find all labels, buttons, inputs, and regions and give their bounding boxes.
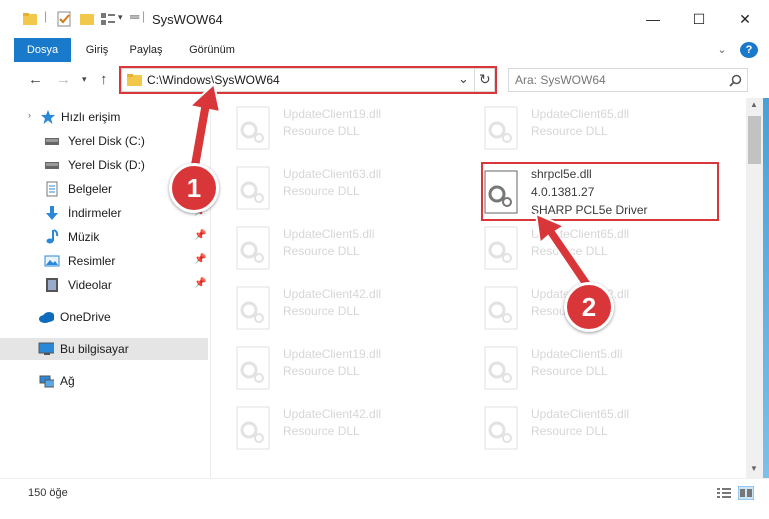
callout-1: 1 xyxy=(169,163,219,213)
annotation-arrows xyxy=(186,82,600,300)
callout-2: 2 xyxy=(564,282,614,332)
